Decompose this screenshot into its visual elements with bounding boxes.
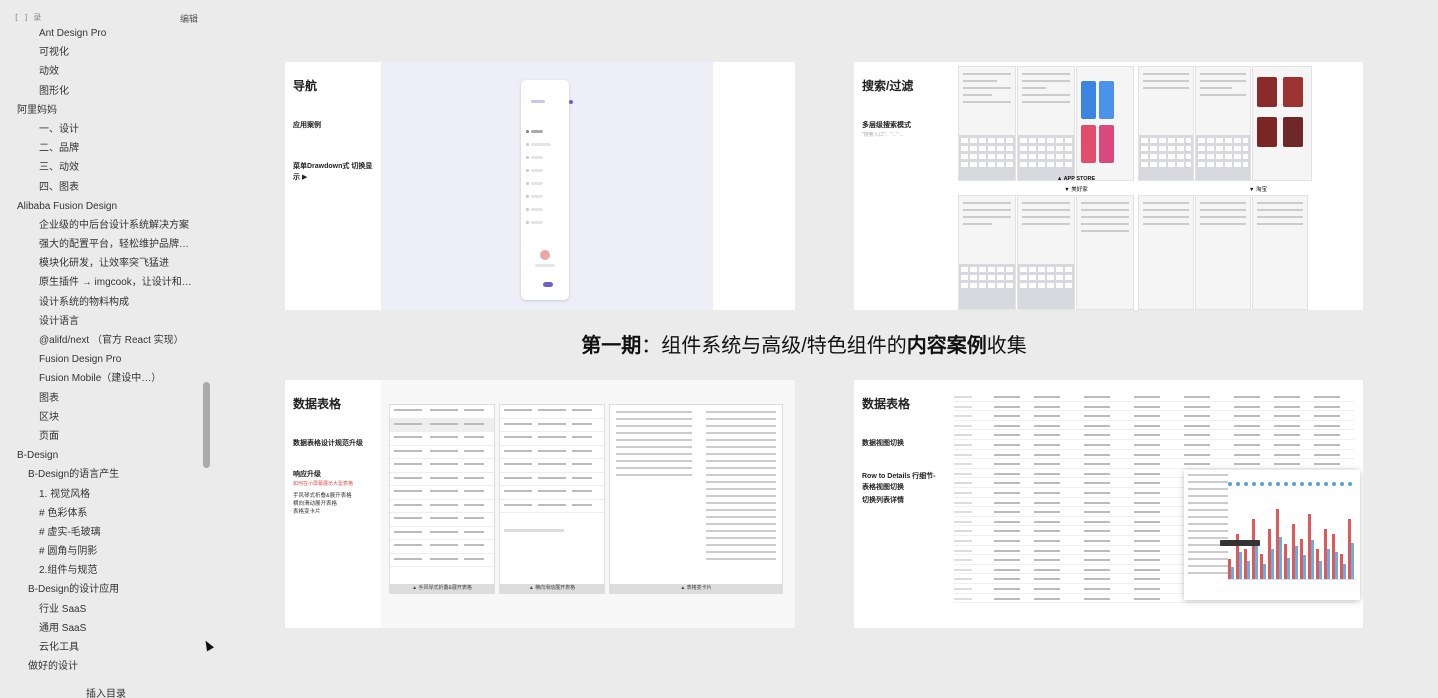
table-case-card-2[interactable]: 数据表格 数据视图切换 ​ Row to Details 行细节-表格视图切换 … (854, 380, 1363, 628)
toc-item[interactable]: 图形化 (0, 82, 200, 101)
toc-item[interactable]: 行业 SaaS (0, 600, 200, 619)
toc-item[interactable]: 图表 (0, 389, 200, 408)
toc-item[interactable]: 设计系统的物料构成 (0, 293, 200, 312)
toc-item[interactable]: 通用 SaaS (0, 619, 200, 638)
toc-item[interactable]: 三、动效 (0, 158, 200, 177)
toc-item[interactable]: # 色彩体系 (0, 504, 200, 523)
toc-item[interactable]: 做好的设计 (0, 657, 200, 676)
avatar (540, 250, 550, 260)
toc-item[interactable]: 页面 (0, 427, 200, 446)
nav-case-card[interactable]: 导航 应用案例 ​ ​ 菜单Drawdown式 切换显示 ▶ ​ (285, 62, 795, 310)
toc-toggle-button[interactable]: [ ] 录 (14, 12, 41, 23)
toc-item[interactable]: 一、设计 (0, 120, 200, 139)
card-title: 导航 (293, 79, 318, 93)
nav-preview (381, 62, 713, 310)
toggle-icon (543, 282, 553, 287)
insert-toc-button[interactable]: 插入目录 (86, 685, 126, 698)
sidebar-scrollbar[interactable] (203, 382, 210, 468)
toc-item[interactable]: 模块化研发，让效率突飞猛进 (0, 254, 200, 273)
sidebar-header: [ ] 录 编辑 (0, 0, 215, 26)
phone-mockup (521, 80, 569, 300)
toc-item[interactable]: Fusion Mobile（建设中…） (0, 369, 200, 388)
card-description: 数据表格 数据表格设计规范升级 ​ 响应升级 如何在小屏幕展示大型表格 手风琴式… (285, 380, 385, 628)
toc-item[interactable]: Alibaba Fusion Design (0, 197, 200, 216)
card-description: 导航 应用案例 ​ ​ 菜单Drawdown式 切换显示 ▶ ​ (285, 62, 381, 310)
search-preview: ▲ APP STORE ▼ 美好家 ▼ 淘宝 (958, 62, 1363, 310)
toc-item[interactable]: # 虚实-毛玻璃 (0, 523, 200, 542)
page-heading: 第一期：组件系统与高级/特色组件的内容案例收集 (581, 335, 1027, 357)
toc-item[interactable]: 四、图表 (0, 178, 200, 197)
toc-item[interactable]: B-Design的语言产生 (0, 465, 200, 484)
toc-item[interactable]: B-Design (0, 446, 200, 465)
toc-item[interactable]: Ant Design Pro (0, 24, 200, 43)
card-description: 数据表格 数据视图切换 ​ Row to Details 行细节-表格视图切换 … (854, 380, 950, 628)
table-case-card-1[interactable]: 数据表格 数据表格设计规范升级 ​ 响应升级 如何在小屏幕展示大型表格 手风琴式… (285, 380, 795, 628)
toc-item[interactable]: # 圆角与阴影 (0, 542, 200, 561)
toc-item[interactable]: 可视化 (0, 43, 200, 62)
card-description: 搜索/过滤 多层级搜索模式 "搜索入口"、"..." ... ​ ​ ​ ​ (854, 62, 950, 310)
accordion-table-preview: ▲ 手风琴式折叠&展开表格 (389, 404, 495, 594)
toc-item[interactable]: 动效 (0, 62, 200, 81)
scroll-table-preview: ▲ 横向滑动展开表格 (499, 404, 605, 594)
toc-item[interactable]: 阿里妈妈 (0, 101, 200, 120)
toc-item[interactable]: 企业级的中后台设计系统解决方案 (0, 216, 200, 235)
card-table-preview: ▲ 表格变卡片 (609, 404, 783, 594)
toc-item[interactable]: 2.组件与规范 (0, 561, 200, 580)
chart-preview (1184, 470, 1360, 600)
toc-item[interactable]: 区块 (0, 408, 200, 427)
search-case-card[interactable]: 搜索/过滤 多层级搜索模式 "搜索入口"、"..." ... ​ ​ ​ ​ ▲… (854, 62, 1363, 310)
toc-item[interactable]: 二、品牌 (0, 139, 200, 158)
toc-item[interactable]: 云化工具 (0, 638, 200, 657)
mouse-cursor-icon (202, 638, 214, 652)
toc-item[interactable]: B-Design的设计应用 (0, 580, 200, 599)
toc-item[interactable]: 强大的配置平台，轻松维护品牌… (0, 235, 200, 254)
toc-item[interactable]: 原生插件 → imgcook，让设计和… (0, 273, 200, 292)
toc-item[interactable]: 1. 视觉风格 (0, 485, 200, 504)
